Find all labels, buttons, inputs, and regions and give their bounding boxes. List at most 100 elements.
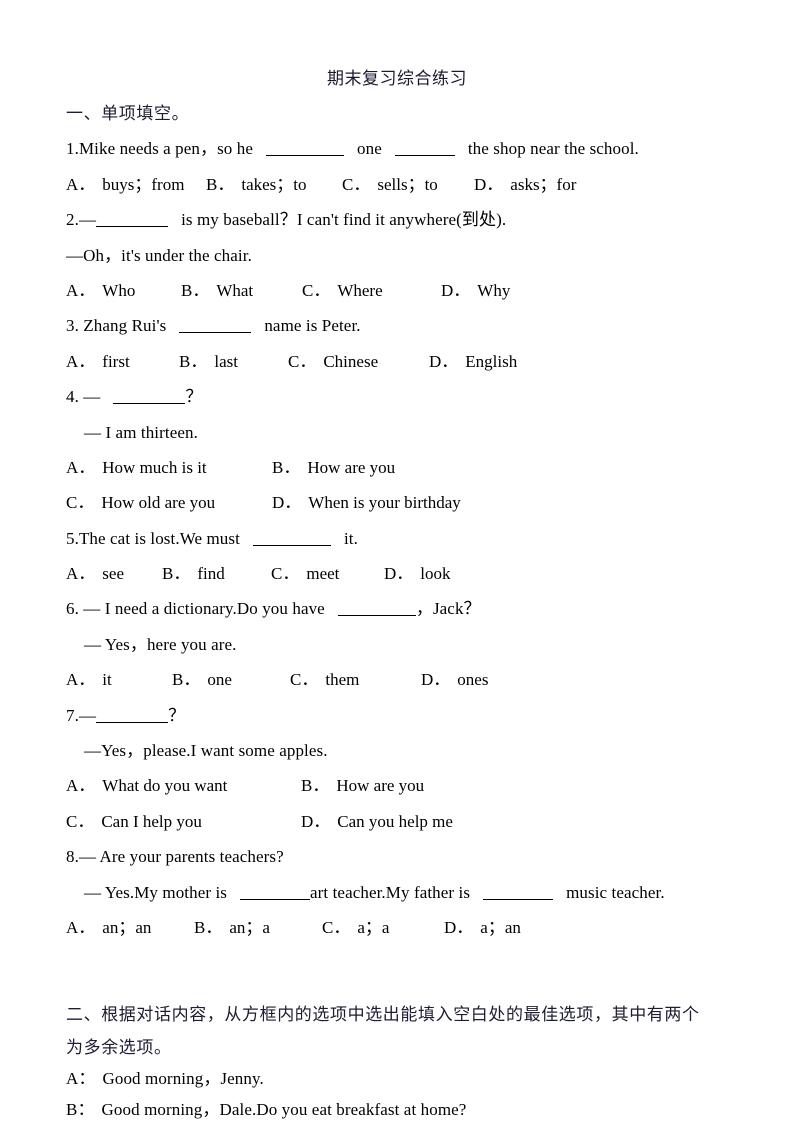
option-letter: A． (66, 917, 96, 937)
option-letter: B． (172, 670, 201, 690)
question-1-option-d[interactable]: D． asks；for (474, 167, 576, 202)
section-2-heading-line-1: 二、根据对话内容，从方框内的选项中选出能填入空白处的最佳选项，其中有两个 (66, 1005, 700, 1025)
question-1-blank-1[interactable] (266, 141, 344, 157)
question-5-stem-rest: it. (343, 528, 358, 548)
question-5-option-b[interactable]: B． find (162, 556, 225, 591)
question-7-option-d[interactable]: D． Can you help me (301, 804, 453, 839)
question-6-options: A． it B． one C． them D． ones (66, 662, 756, 697)
question-7-stem: 7.— ？ (66, 698, 756, 733)
question-6-stem-rest: ，Jack？ (415, 599, 481, 619)
question-4-option-b[interactable]: B． How are you (272, 450, 395, 485)
question-7-options-row-2: C． Can I help you D． Can you help me (66, 804, 756, 839)
question-6-option-b[interactable]: B． one (172, 662, 232, 697)
question-1-options: A． buys；from B． takes；to C． sells；to D． asks… (66, 167, 756, 202)
question-2-option-b[interactable]: B． What (181, 273, 253, 308)
option-letter: C． (66, 811, 95, 831)
question-2-option-c[interactable]: C． Where (302, 273, 383, 308)
question-7-option-a[interactable]: A． What do you want (66, 768, 227, 803)
question-1-option-a[interactable]: A． buys；from (66, 167, 184, 202)
option-text: takes；to (241, 174, 307, 194)
question-8-option-d[interactable]: D． a；an (444, 910, 521, 945)
question-3-option-c[interactable]: C． Chinese (288, 344, 378, 379)
option-text: see (102, 564, 124, 584)
question-4-stem: 4. — ？ (66, 379, 756, 414)
option-text: asks；for (510, 174, 577, 194)
question-6-blank-1[interactable] (337, 601, 416, 617)
question-7-options-row-1: A． What do you want B． How are you (66, 768, 756, 803)
question-7-blank-1[interactable] (96, 708, 169, 723)
question-2-option-d[interactable]: D． Why (441, 273, 510, 308)
question-4-blank-1[interactable] (113, 389, 186, 405)
section-divider-spacer (66, 945, 756, 997)
option-letter: C． (302, 280, 331, 300)
question-1-blank-2[interactable] (394, 141, 455, 157)
option-text: Where (337, 280, 383, 300)
question-1-option-b[interactable]: B． takes；to (206, 167, 307, 202)
option-letter: C． (66, 493, 95, 513)
question-5-blank-1[interactable] (252, 531, 331, 546)
option-text: an；a (229, 917, 270, 937)
question-8-option-c[interactable]: C． a；a (322, 910, 389, 945)
option-letter: C． (290, 670, 319, 690)
question-6-option-d[interactable]: D． ones (421, 662, 488, 697)
dialogue-line-1: A： Good morning，Jenny. (66, 1063, 756, 1094)
question-8-reply-part-2: art teacher.My father is (310, 882, 471, 902)
option-text: them (325, 670, 360, 690)
question-6-option-a[interactable]: A． it (66, 662, 112, 697)
question-3-option-b[interactable]: B． last (179, 344, 238, 379)
question-3-option-a[interactable]: A． first (66, 344, 130, 379)
option-letter: A． (66, 670, 96, 690)
question-2-stem-rest: is my baseball？I can't find it anywhere(… (181, 210, 507, 230)
option-text: How old are you (101, 493, 216, 513)
question-3-option-d[interactable]: D． English (429, 344, 517, 379)
option-letter: A． (66, 564, 96, 584)
question-5-option-c[interactable]: C． meet (271, 556, 339, 591)
option-letter: A． (66, 280, 96, 300)
question-5-option-d[interactable]: D． look (384, 556, 451, 591)
question-1-stem-part-1: 1.Mike needs a pen，so he (66, 139, 253, 159)
question-4-option-a[interactable]: A． How much is it (66, 450, 207, 485)
question-3-blank-1[interactable] (179, 318, 252, 334)
page-title: 期末复习综合练习 (327, 69, 467, 88)
question-7-option-b[interactable]: B． How are you (301, 768, 424, 803)
question-7-option-c[interactable]: C． Can I help you (66, 804, 202, 839)
question-6-option-c[interactable]: C． them (290, 662, 359, 697)
question-4-option-d[interactable]: D． When is your birthday (272, 485, 461, 520)
option-letter: A． (66, 351, 96, 371)
option-text: English (465, 351, 518, 371)
option-text: a；an (480, 917, 521, 937)
question-5-options: A． see B． find C． meet D． look (66, 556, 756, 591)
option-letter: D． (474, 174, 504, 194)
question-2-option-a[interactable]: A． Who (66, 273, 135, 308)
question-4-stem-rest: ？ (185, 387, 203, 407)
document-page: 期末复习综合练习 一、单项填空。 1.Mike needs a pen，so h… (0, 0, 794, 1123)
question-8-stem: 8.— Are your parents teachers? (66, 847, 284, 867)
option-letter: D． (272, 493, 302, 513)
question-1-stem: 1.Mike needs a pen，so he one the shop near… (66, 131, 756, 166)
question-8-option-a[interactable]: A． an；an (66, 910, 151, 945)
question-2-blank-1[interactable] (96, 212, 169, 228)
question-1-option-c[interactable]: C． sells；to (342, 167, 438, 202)
question-6-stem-prefix: 6. — I need a dictionary.Do you have (66, 599, 325, 619)
question-8-blank-1[interactable] (240, 885, 311, 900)
question-3-stem: 3. Zhang Rui's name is Peter. (66, 308, 756, 343)
question-6-reply: — Yes，here you are. (84, 634, 237, 654)
question-8-blank-2[interactable] (483, 885, 554, 900)
option-text: find (197, 564, 225, 584)
question-3-stem-prefix: 3. Zhang Rui's (66, 316, 167, 336)
dialogue-text: Good morning，Jenny. (102, 1068, 264, 1088)
dialogue-line-2: B： Good morning，Dale.Do you eat breakfast… (66, 1094, 756, 1123)
question-5-option-a[interactable]: A． see (66, 556, 124, 591)
question-7-reply: —Yes，please.I want some apples. (84, 741, 328, 761)
dialogue-text: Good morning，Dale.Do you eat breakfast a… (101, 1099, 467, 1119)
option-text: How much is it (102, 457, 207, 477)
option-text: one (207, 670, 232, 690)
question-8-option-b[interactable]: B． an；a (194, 910, 270, 945)
option-text: sells；to (377, 174, 438, 194)
option-text: buys；from (102, 174, 185, 194)
question-6-stem: 6. — I need a dictionary.Do you have ，Jac… (66, 591, 756, 626)
option-letter: B． (162, 564, 191, 584)
option-text: a；a (357, 917, 390, 937)
question-4-option-c[interactable]: C． How old are you (66, 485, 215, 520)
option-letter: C． (271, 564, 300, 584)
